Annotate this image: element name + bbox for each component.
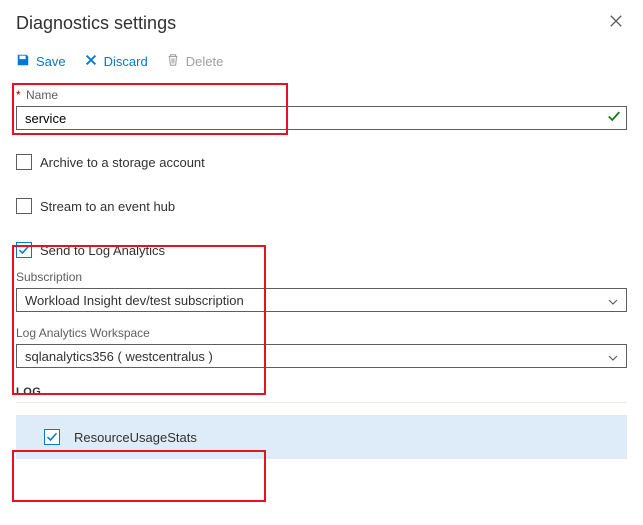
log-section-header: LOG: [16, 386, 627, 403]
delete-button: Delete: [166, 53, 224, 70]
log-item-checkbox[interactable]: [44, 429, 60, 445]
archive-label: Archive to a storage account: [40, 155, 205, 170]
subscription-section: Subscription Workload Insight dev/test s…: [16, 270, 627, 312]
log-analytics-label: Send to Log Analytics: [40, 243, 165, 258]
close-icon[interactable]: [605, 10, 627, 37]
workspace-value: sqlanalytics356 ( westcentralus ): [25, 349, 213, 364]
workspace-section: Log Analytics Workspace sqlanalytics356 …: [16, 326, 627, 368]
discard-button[interactable]: Discard: [84, 53, 148, 70]
save-button[interactable]: Save: [16, 53, 66, 70]
stream-checkbox[interactable]: [16, 198, 32, 214]
highlight-log-analytics: [12, 245, 266, 395]
log-analytics-checkbox[interactable]: [16, 242, 32, 258]
subscription-value: Workload Insight dev/test subscription: [25, 293, 244, 308]
stream-label: Stream to an event hub: [40, 199, 175, 214]
chevron-down-icon: [608, 351, 618, 361]
subscription-label: Subscription: [16, 270, 627, 284]
save-label: Save: [36, 54, 66, 69]
workspace-label: Log Analytics Workspace: [16, 326, 627, 340]
name-input[interactable]: [16, 106, 627, 130]
page-title: Diagnostics settings: [16, 13, 176, 34]
discard-icon: [84, 53, 98, 70]
subscription-select[interactable]: Workload Insight dev/test subscription: [16, 288, 627, 312]
required-star: *: [16, 88, 21, 102]
pane-header: Diagnostics settings: [16, 10, 627, 37]
workspace-select[interactable]: sqlanalytics356 ( westcentralus ): [16, 344, 627, 368]
chevron-down-icon: [608, 295, 618, 305]
valid-check-icon: [607, 110, 621, 127]
archive-option[interactable]: Archive to a storage account: [16, 148, 627, 170]
archive-checkbox[interactable]: [16, 154, 32, 170]
discard-label: Discard: [104, 54, 148, 69]
log-item-row[interactable]: ResourceUsageStats: [16, 415, 627, 459]
name-section: * Name: [16, 84, 627, 130]
toolbar: Save Discard Delete: [16, 45, 627, 84]
stream-option[interactable]: Stream to an event hub: [16, 192, 627, 214]
delete-icon: [166, 53, 180, 70]
name-input-wrap: [16, 106, 627, 130]
log-item-label: ResourceUsageStats: [74, 430, 197, 445]
delete-label: Delete: [186, 54, 224, 69]
name-label: * Name: [16, 88, 627, 102]
save-icon: [16, 53, 30, 70]
log-analytics-option[interactable]: Send to Log Analytics: [16, 236, 627, 258]
